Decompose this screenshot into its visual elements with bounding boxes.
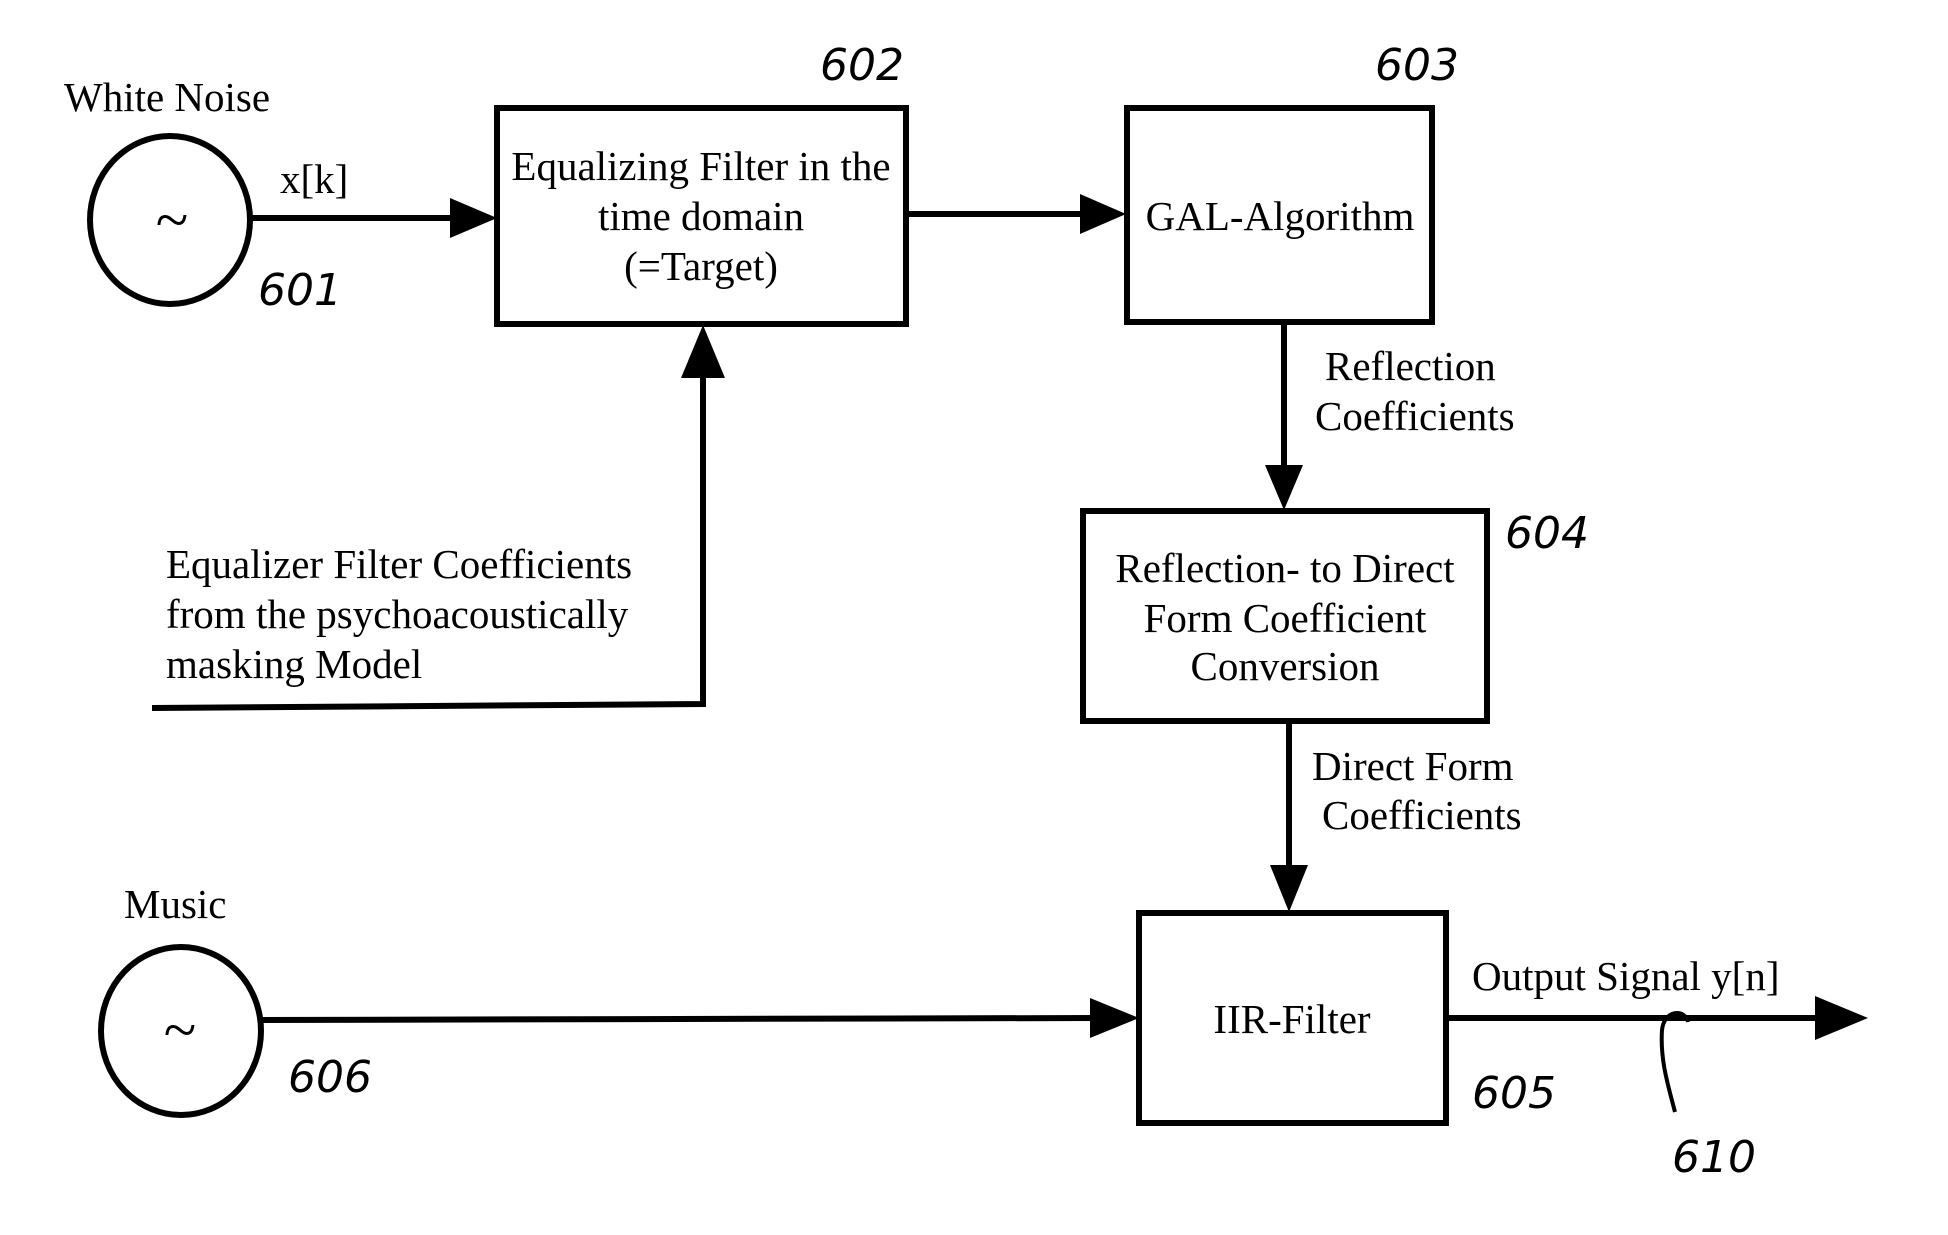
arrow-head-to-gal	[1080, 194, 1126, 234]
arrow-head-to-conversion	[1265, 465, 1303, 510]
reflection-coefficients-label-1: Reflection	[1325, 343, 1496, 389]
reflection-coefficients-label-2: Coefficients	[1315, 393, 1515, 439]
equalizer-coefficients-label-3: masking Model	[166, 641, 422, 687]
ref-610-leader	[1659, 1011, 1690, 1113]
equalizer-coefficients-label-2: from the psychoacoustically	[166, 591, 629, 637]
ref-601: 601	[258, 265, 342, 316]
arrow-head-to-equalizing-filter	[681, 325, 725, 378]
music-label: Music	[124, 881, 227, 927]
direct-form-coefficients-label-1: Direct Form	[1312, 743, 1514, 789]
iir-filter-label: IIR-Filter	[1213, 996, 1370, 1042]
output-signal-label: Output Signal y[n]	[1472, 953, 1779, 999]
equalizing-filter-line-3: (=Target)	[624, 243, 778, 289]
gal-algorithm-label: GAL-Algorithm	[1146, 193, 1415, 239]
arrow-head-output	[1815, 996, 1868, 1040]
arrow-head-to-iir-input	[1090, 998, 1139, 1038]
equalizing-filter-line-2: time domain	[598, 193, 804, 239]
ref-610: 610	[1672, 1132, 1756, 1183]
arrow-head-to-iir	[1270, 865, 1308, 912]
ref-602: 602	[820, 40, 904, 91]
sine-wave-icon: ~	[164, 997, 196, 1063]
ref-604: 604	[1505, 508, 1589, 559]
block-diagram: White Noise ~ 601 x[k] Equalizing Filter…	[64, 40, 1868, 1183]
ref-605: 605	[1472, 1068, 1556, 1119]
conversion-line-3: Conversion	[1190, 643, 1379, 689]
equalizer-coefficients-label-1: Equalizer Filter Coefficients	[166, 541, 632, 587]
signal-xk-label: x[k]	[280, 156, 348, 202]
conversion-line-1: Reflection- to Direct	[1115, 545, 1455, 591]
conversion-line-2: Form Coefficient	[1144, 595, 1427, 641]
ref-603: 603	[1375, 40, 1459, 91]
white-noise-label: White Noise	[64, 74, 270, 120]
ref-606: 606	[288, 1052, 372, 1103]
sine-wave-icon: ~	[156, 187, 188, 253]
direct-form-coefficients-label-2: Coefficients	[1322, 792, 1522, 838]
arrow-head-xk	[450, 198, 497, 238]
equalizing-filter-line-1: Equalizing Filter in the	[511, 143, 890, 189]
music-connector	[261, 1015, 1096, 1023]
